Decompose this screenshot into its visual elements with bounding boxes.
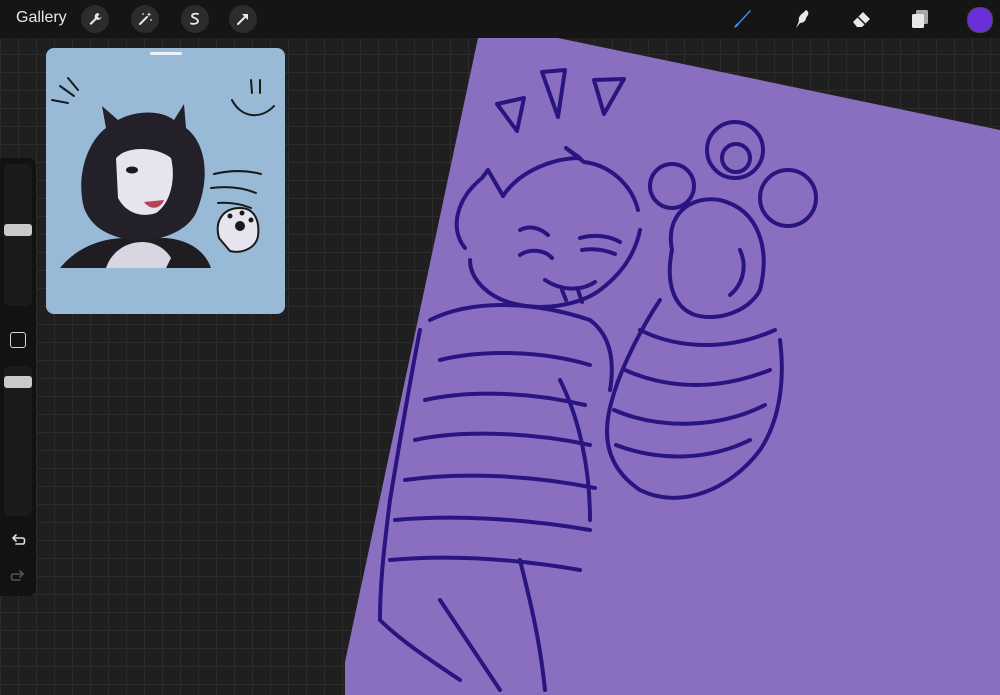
wrench-icon[interactable] <box>81 5 109 33</box>
undo-button[interactable] <box>8 530 28 550</box>
reference-window[interactable] <box>46 48 285 314</box>
reference-drag-handle[interactable] <box>150 52 182 55</box>
canvas-paper[interactable] <box>345 38 1000 695</box>
redo-icon <box>10 570 25 581</box>
magic-wand-icon[interactable] <box>131 5 159 33</box>
eraser-icon[interactable] <box>848 5 876 33</box>
modify-button[interactable] <box>10 332 26 348</box>
brush-size-handle[interactable] <box>4 224 32 236</box>
smudge-icon[interactable] <box>788 5 816 33</box>
selection-icon[interactable] <box>181 5 209 33</box>
reference-image <box>51 77 275 268</box>
transform-arrow-icon[interactable] <box>229 5 257 33</box>
gallery-button[interactable]: Gallery <box>16 9 67 27</box>
left-sidebar <box>0 158 36 596</box>
opacity-slider[interactable] <box>4 366 32 516</box>
layers-icon[interactable] <box>906 5 934 33</box>
opacity-handle[interactable] <box>4 376 32 388</box>
color-picker-button[interactable] <box>967 7 993 33</box>
redo-button[interactable] <box>8 566 28 586</box>
undo-icon <box>11 534 26 545</box>
top-toolbar: Gallery <box>0 0 1000 38</box>
brush-icon[interactable] <box>728 5 756 33</box>
